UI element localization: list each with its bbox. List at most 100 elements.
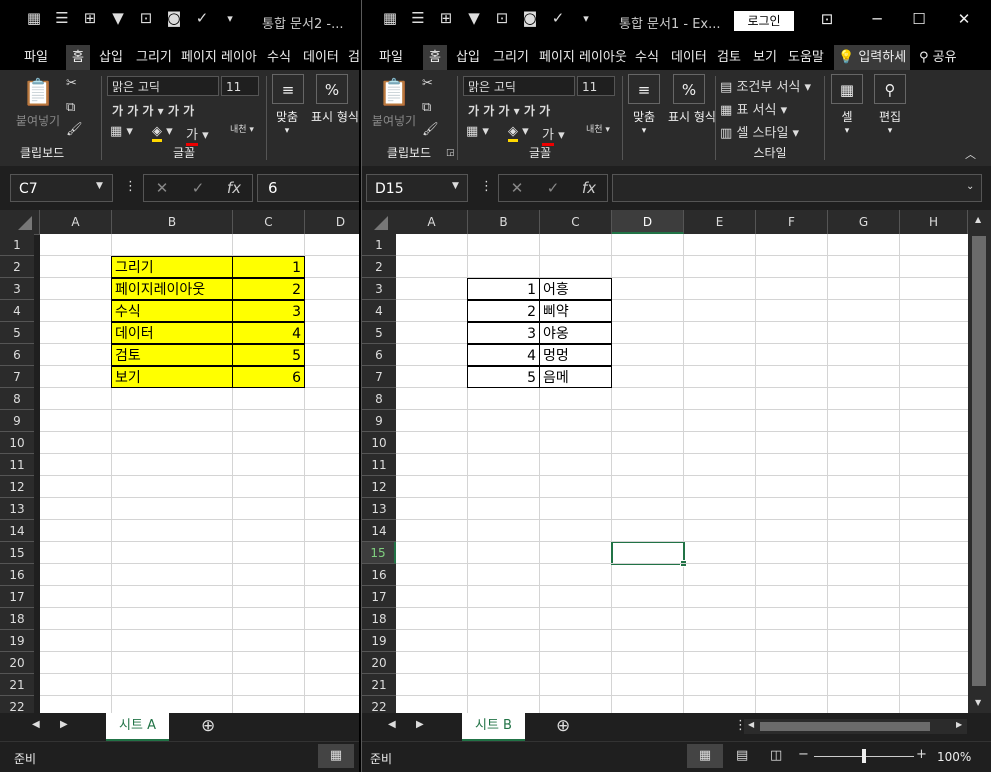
row-header[interactable]: 17 [362,586,396,608]
table-cell[interactable]: 야옹 [539,322,612,344]
check-icon[interactable]: ✓ [188,9,216,27]
align-dropdown-icon[interactable]: ▾ [625,126,663,136]
editing-label[interactable]: 편집 [870,108,910,125]
scroll-left-icon[interactable]: ◀ [748,720,754,729]
table-cell[interactable]: 1 [232,256,305,278]
row-header[interactable]: 19 [0,630,34,652]
cancel-icon[interactable]: ✕ [499,175,535,201]
row-header[interactable]: 18 [0,608,34,630]
search-icon[interactable]: ⚲ [874,74,906,104]
zoom-in-icon[interactable]: + [916,747,927,762]
scroll-thumb[interactable] [972,236,986,686]
row-header[interactable]: 18 [362,608,396,630]
row-header[interactable]: 15 [362,542,396,564]
row-header[interactable]: 21 [362,674,396,696]
align-label[interactable]: 맞춤 [268,108,306,125]
minimize-icon[interactable]: ─ [867,10,887,28]
enter-icon[interactable]: ✓ [535,175,571,201]
align-dropdown-icon[interactable]: ▾ [268,126,306,136]
row-header[interactable]: 14 [0,520,34,542]
format-painter-icon[interactable]: 🖌 [422,122,439,137]
table-cell[interactable]: 5 [232,344,305,366]
table-cell[interactable]: 4 [232,322,305,344]
font-style-icons[interactable]: 가 가 가 ▾ 가 가 [112,102,194,119]
table-cell[interactable]: 6 [232,366,305,388]
scroll-right-icon[interactable]: ▶ [956,720,962,729]
row-header[interactable]: 4 [362,300,396,322]
table-cell[interactable]: 페이지레이아웃 [111,278,233,300]
row-header[interactable]: 6 [0,344,34,366]
expand-formula-icon[interactable]: ⌄ [966,181,974,192]
row-header[interactable]: 10 [362,432,396,454]
fill-color-icon[interactable]: ◈ ▾ [152,124,173,142]
pivot-icon[interactable]: ⊡ [132,9,160,27]
tab-review[interactable]: 검토 [717,45,741,70]
normal-view-icon[interactable]: ▦ [318,744,354,768]
table-cell[interactable]: 삐약 [539,300,612,322]
table-cell[interactable]: 2 [467,300,540,322]
table-cell[interactable]: 어흥 [539,278,612,300]
grid-icon[interactable]: ▦ [376,9,404,27]
tab-insert[interactable]: 삽입 [456,45,480,70]
tab-formulas[interactable]: 수식 [267,45,291,70]
name-box-dropdown-icon[interactable]: ▼ [96,181,103,191]
row-header[interactable]: 6 [362,344,396,366]
column-header[interactable]: D [305,210,359,234]
font-color-icon[interactable]: 가 ▾ [542,124,565,146]
row-header[interactable]: 2 [362,256,396,278]
tab-data[interactable]: 데이터 [671,45,707,70]
prev-sheet-icon[interactable]: ◀ [388,719,396,730]
select-all-icon[interactable] [374,216,388,230]
tab-data[interactable]: 데이터 [303,45,339,70]
align-icon[interactable]: ≡ [628,74,660,104]
table-icon[interactable]: ⊞ [432,9,460,27]
tab-page-layout[interactable]: 페이지 레이아웃 [539,45,627,70]
align-label[interactable]: 맞춤 [625,108,663,125]
cut-icon[interactable]: ✂ [66,76,77,91]
row-header[interactable]: 20 [362,652,396,674]
column-header[interactable]: H [900,210,968,234]
tab-insert[interactable]: 삽입 [99,45,123,70]
zoom-level[interactable]: 100% [937,750,971,764]
table-cell[interactable]: 2 [232,278,305,300]
row-header[interactable]: 8 [0,388,34,410]
table-cell[interactable]: 그리기 [111,256,233,278]
cells-label[interactable]: 셀 [827,108,867,125]
column-header[interactable]: C [540,210,612,234]
page-break-icon[interactable]: ◫ [770,748,782,763]
table-cell[interactable]: 4 [467,344,540,366]
column-header[interactable]: C [233,210,305,234]
tab-review[interactable]: 검 [348,45,359,70]
row-header[interactable]: 5 [362,322,396,344]
dialog-launcher-icon[interactable]: ◲ [446,148,455,158]
lines-icon[interactable]: ☰ [48,9,76,27]
camera-icon[interactable]: ◙ [160,9,188,27]
align-icon[interactable]: ≡ [272,74,304,104]
row-header[interactable]: 8 [362,388,396,410]
next-sheet-icon[interactable]: ▶ [60,719,68,730]
font-name-select[interactable]: 맑은 고딕 [107,76,219,96]
tell-me-search[interactable]: 💡 입력하세 [834,45,911,70]
more-options-icon[interactable]: ⋮ [124,179,137,194]
row-header[interactable]: 19 [362,630,396,652]
more-icon[interactable]: ▾ [216,12,244,25]
row-header[interactable]: 10 [0,432,34,454]
tab-draw[interactable]: 그리기 [136,45,172,70]
table-cell[interactable]: 5 [467,366,540,388]
row-header[interactable]: 7 [0,366,34,388]
table-cell[interactable]: 3 [467,322,540,344]
normal-view-icon[interactable]: ▦ [687,744,723,768]
column-header[interactable]: E [684,210,756,234]
fill-color-icon[interactable]: ◈ ▾ [508,124,529,142]
page-layout-icon[interactable]: ▤ [736,748,748,763]
border-icon[interactable]: ▦ ▾ [466,124,489,139]
login-button[interactable]: 로그인 [734,11,794,31]
grid-icon[interactable]: ▦ [20,9,48,27]
font-size-select[interactable]: 11 [577,76,615,96]
column-header[interactable]: A [396,210,468,234]
conditional-format-button[interactable]: ▤ 조건부 서식 ▾ [720,76,811,95]
scroll-down-icon[interactable]: ▼ [975,698,981,707]
add-sheet-icon[interactable]: ⊕ [556,716,570,736]
column-header[interactable]: G [828,210,900,234]
sheet-grid[interactable]: 그리기 1 페이지레이아웃 2 수식 3 데이터 4 검토 5 보기 6 [40,234,359,713]
